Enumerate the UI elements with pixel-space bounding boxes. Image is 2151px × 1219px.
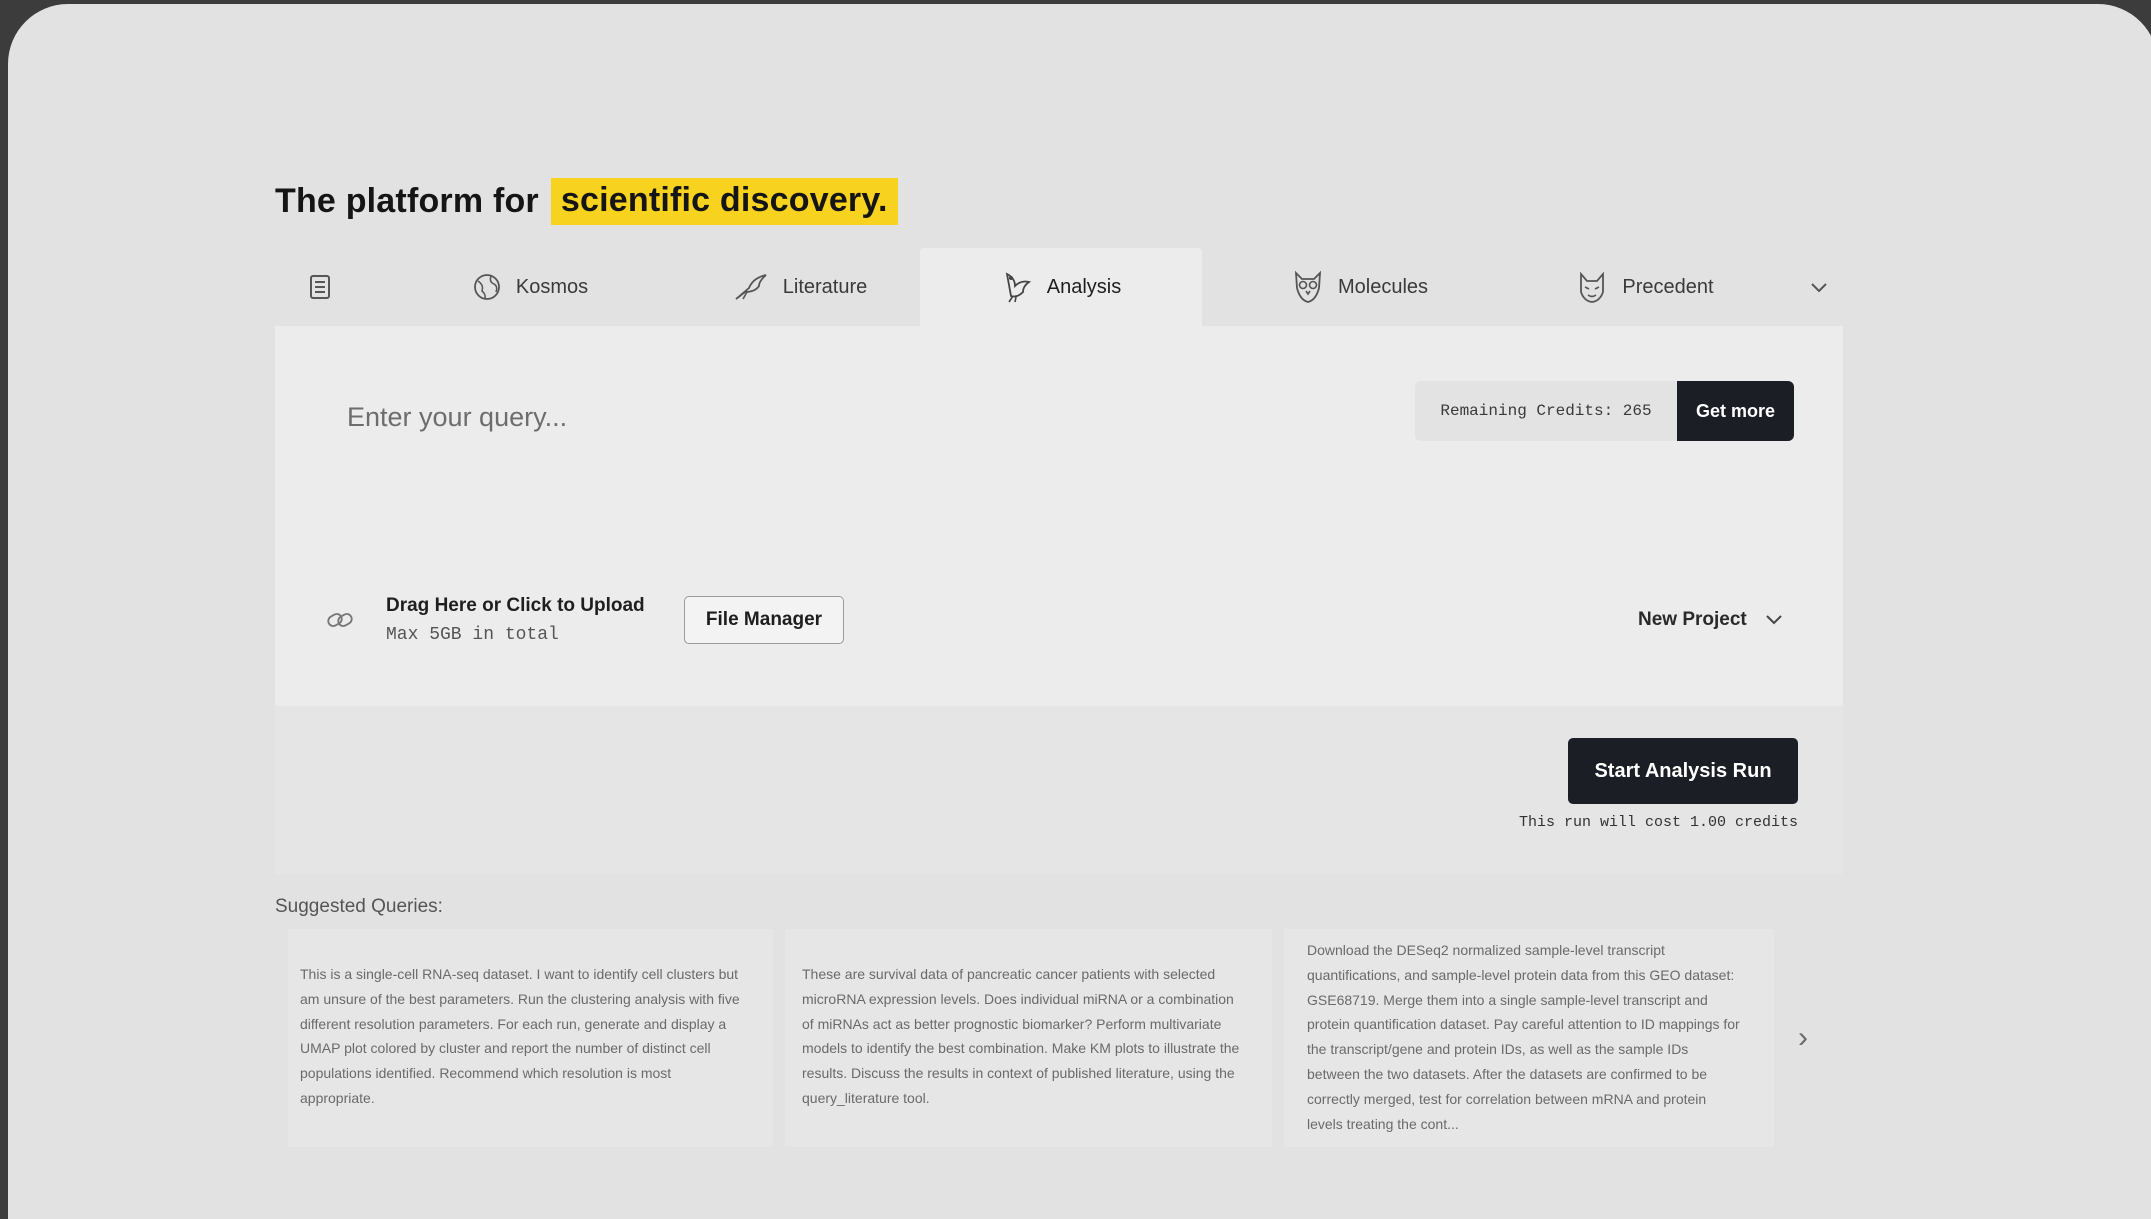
start-analysis-run-button[interactable]: Start Analysis Run [1568, 738, 1798, 804]
tab-label: Kosmos [515, 275, 589, 298]
bird-icon [733, 272, 769, 302]
app-frame: The platform for scientific discovery. K… [8, 4, 2151, 1219]
suggested-query-card[interactable]: This is a single-cell RNA-seq dataset. I… [288, 929, 773, 1147]
run-cost-note: This run will cost 1.00 credits [1518, 814, 1798, 831]
tab-label: Molecules [1337, 275, 1429, 298]
suggested-query-card[interactable]: These are survival data of pancreatic ca… [785, 929, 1272, 1147]
run-area: Start Analysis Run This run will cost 1.… [275, 706, 1843, 874]
tab-label: Analysis [1046, 275, 1122, 298]
page-headline: The platform for scientific discovery. [275, 178, 898, 225]
chevron-down-icon [1765, 609, 1783, 631]
tab-label: Precedent [1622, 275, 1714, 298]
tab-analysis[interactable]: Analysis [920, 248, 1202, 326]
tab-molecules[interactable]: Molecules [1250, 248, 1470, 326]
remaining-credits: Remaining Credits: 265 [1415, 381, 1677, 441]
owl-icon [1292, 270, 1324, 304]
upload-title[interactable]: Drag Here or Click to Upload [386, 595, 645, 617]
chevron-down-icon [1810, 281, 1828, 293]
suggested-queries-carousel: This is a single-cell RNA-seq dataset. I… [288, 929, 1843, 1149]
upload-limit: Max 5GB in total [386, 625, 559, 645]
project-select-value: New Project [1638, 609, 1747, 630]
tab-kosmos[interactable]: Kosmos [430, 248, 630, 326]
suggested-queries-label: Suggested Queries: [275, 896, 443, 917]
animal-icon [1576, 270, 1608, 304]
tabs-more-dropdown[interactable] [1795, 248, 1843, 326]
notebook-icon [309, 274, 331, 300]
tab-notebook[interactable] [275, 248, 365, 326]
carousel-next-arrow-icon[interactable]: › [1798, 1020, 1808, 1056]
get-more-button[interactable]: Get more [1677, 381, 1794, 441]
project-select[interactable]: New Project [1638, 596, 1783, 644]
headline-prefix: The platform for [275, 182, 539, 220]
suggested-query-text: This is a single-cell RNA-seq dataset. I… [300, 966, 740, 1106]
suggested-query-text: These are survival data of pancreatic ca… [802, 966, 1240, 1106]
file-manager-button[interactable]: File Manager [684, 596, 844, 644]
bird-icon [1001, 270, 1033, 304]
headline-highlight: scientific discovery. [550, 178, 898, 225]
suggested-query-text: Download the DESeq2 normalized sample-le… [1307, 942, 1740, 1132]
link-icon[interactable] [325, 606, 355, 639]
query-input[interactable] [345, 391, 1299, 443]
query-panel: Remaining Credits: 265 Get more Drag Her… [275, 326, 1843, 706]
globe-icon [472, 272, 502, 302]
tab-precedent[interactable]: Precedent [1535, 248, 1755, 326]
tool-tabs: Kosmos Literature Analysis Molecules Pre… [275, 248, 1843, 326]
tab-literature[interactable]: Literature [695, 248, 905, 326]
suggested-query-card[interactable]: Download the DESeq2 normalized sample-le… [1284, 929, 1774, 1147]
tab-label: Literature [782, 275, 868, 298]
